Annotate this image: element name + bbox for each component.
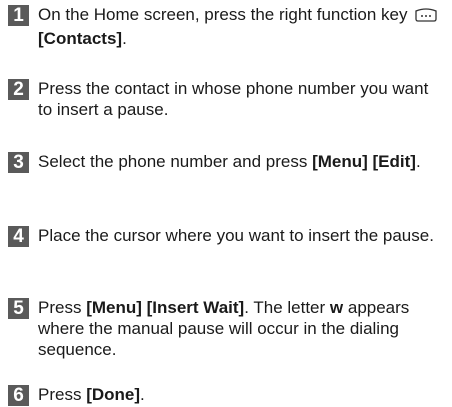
step-2: 2 Press the contact in whose phone numbe… [8, 78, 446, 120]
emphasized-text: [Contacts] [38, 29, 123, 48]
step-text: Select the phone number and press [Menu]… [38, 152, 421, 171]
step-number-badge: 4 [8, 226, 29, 247]
step-text: Press the contact in whose phone number … [38, 79, 429, 119]
step-number-badge: 1 [8, 5, 29, 26]
step-text: Press [Menu] [Insert Wait]. The letter w… [38, 298, 410, 359]
step-1: 1 On the Home screen, press the right fu… [8, 4, 446, 49]
step-number-badge: 6 [8, 385, 29, 406]
step-3: 3 Select the phone number and press [Men… [8, 151, 446, 173]
step-number-badge: 3 [8, 152, 29, 173]
emphasized-text: [Menu] [Edit] [312, 152, 416, 171]
step-4: 4 Place the cursor where you want to ins… [8, 225, 446, 247]
step-number-badge: 2 [8, 79, 29, 100]
step-text: Press [Done]. [38, 385, 145, 404]
emphasized-text: [Menu] [Insert Wait] [86, 298, 245, 317]
step-text: Place the cursor where you want to inser… [38, 226, 434, 245]
emphasized-text: [Done] [86, 385, 141, 404]
softkey-icon [414, 7, 438, 28]
step-number-badge: 5 [8, 298, 29, 319]
step-5: 5 Press [Menu] [Insert Wait]. The letter… [8, 297, 446, 360]
step-6: 6 Press [Done]. [8, 384, 446, 406]
step-text: On the Home screen, press the right func… [38, 4, 446, 49]
emphasized-text: w [329, 298, 344, 317]
